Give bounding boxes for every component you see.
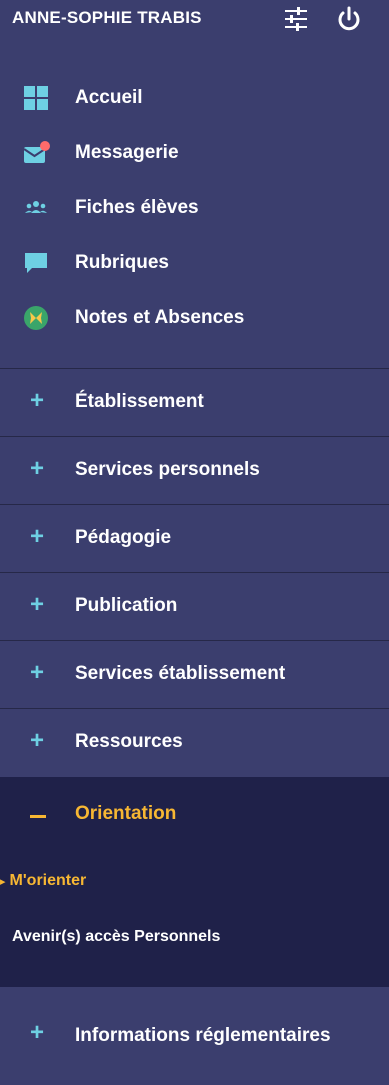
section-ressources[interactable]: + Ressources	[0, 708, 389, 776]
user-name: ANNE-SOPHIE TRABIS	[12, 8, 202, 27]
nav-item-accueil[interactable]: Accueil	[0, 72, 389, 127]
settings-sliders-icon[interactable]	[282, 6, 310, 37]
section-label: Ressources	[75, 731, 183, 752]
section-etablissement[interactable]: + Établissement	[0, 368, 389, 436]
section-label: Établissement	[75, 391, 204, 412]
plus-icon: +	[30, 387, 45, 414]
section-pedagogie[interactable]: + Pédagogie	[0, 504, 389, 572]
sidebar-header: ANNE-SOPHIE TRABIS	[0, 0, 389, 44]
section-label: Services personnels	[75, 459, 260, 480]
minus-icon[interactable]	[30, 815, 46, 818]
nav-item-label: Fiches élèves	[75, 197, 199, 218]
nav-item-fiches-eleves[interactable]: Fiches élèves	[0, 182, 389, 237]
plus-icon: +	[30, 455, 45, 482]
arrow-right-icon: ▸	[0, 876, 6, 888]
grid-icon	[23, 85, 49, 111]
nav-item-label: Notes et Absences	[75, 307, 245, 328]
section-label: Pédagogie	[75, 527, 172, 548]
section-label: Services établissement	[75, 663, 286, 684]
plus-icon: +	[30, 659, 45, 686]
plus-icon: +	[30, 1019, 45, 1046]
mail-notification-icon	[23, 140, 50, 166]
submenu-item-label: M'orienter	[9, 872, 87, 889]
nav-item-label: Rubriques	[75, 252, 169, 273]
nav-item-rubriques[interactable]: Rubriques	[0, 237, 389, 292]
nav-item-label: Accueil	[75, 87, 143, 108]
quick-links: Accueil Messagerie Fiches élèves Rubriqu…	[0, 72, 389, 347]
plus-icon: +	[30, 727, 45, 754]
section-services-etablissement[interactable]: + Services établissement	[0, 640, 389, 708]
butterfly-icon	[23, 305, 49, 331]
section-publication[interactable]: + Publication	[0, 572, 389, 640]
power-icon[interactable]	[336, 6, 362, 39]
plus-icon: +	[30, 523, 45, 550]
section-orientation-expanded: Orientation ▸ M'orienter Avenir(s) accès …	[0, 777, 389, 987]
submenu-item-label: Avenir(s) accès Personnels	[12, 928, 221, 945]
students-icon	[23, 195, 49, 221]
section-orientation-title[interactable]: Orientation	[75, 803, 176, 825]
section-services-personnels[interactable]: + Services personnels	[0, 436, 389, 504]
section-label: Informations réglementaires	[75, 1025, 331, 1046]
submenu-item-m-orienter[interactable]: ▸ M'orienter	[0, 872, 86, 890]
plus-icon: +	[30, 591, 45, 618]
nav-item-notes-absences[interactable]: Notes et Absences	[0, 292, 389, 347]
chat-bubble-icon	[23, 250, 49, 276]
menu-sections: + Établissement + Services personnels + …	[0, 368, 389, 776]
section-informations-reglementaires[interactable]: + Informations réglementaires	[0, 1010, 389, 1085]
submenu-item-avenirs[interactable]: Avenir(s) accès Personnels	[12, 928, 220, 946]
section-label: Publication	[75, 595, 178, 616]
nav-item-messagerie[interactable]: Messagerie	[0, 127, 389, 182]
nav-item-label: Messagerie	[75, 142, 179, 163]
